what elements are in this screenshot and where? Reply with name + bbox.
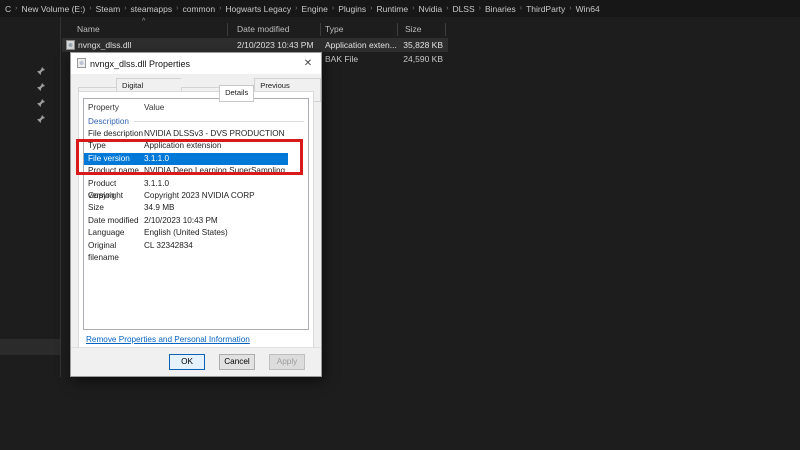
detail-row-product-version[interactable]: Product version 3.1.1.0 <box>84 178 308 190</box>
breadcrumb-item[interactable]: ThirdParty <box>523 4 568 14</box>
property-value: NVIDIA Deep Learning SuperSampling <box>144 165 308 177</box>
column-divider[interactable] <box>445 23 446 36</box>
breadcrumb-item[interactable]: Hogwarts Legacy <box>222 4 294 14</box>
breadcrumb-item[interactable]: steamapps <box>128 4 176 14</box>
properties-detail-list[interactable]: Property Value Description File descript… <box>83 98 309 330</box>
breadcrumb-item[interactable]: New Volume (E:) <box>18 4 88 14</box>
detail-row-size[interactable]: Size 34.9 MB <box>84 202 308 214</box>
property-value: Copyright 2023 NVIDIA CORP <box>144 190 308 202</box>
cancel-button[interactable]: Cancel <box>219 354 255 370</box>
property-value: CL 32342834 <box>144 240 308 252</box>
pin-icon <box>36 95 46 105</box>
breadcrumb-item[interactable]: Nvidia <box>415 4 445 14</box>
properties-dialog: nvngx_dlss.dll Properties ✕ General Digi… <box>70 52 322 377</box>
remove-properties-link[interactable]: Remove Properties and Personal Informati… <box>86 335 250 344</box>
breadcrumb-item[interactable]: Plugins <box>335 4 369 14</box>
detail-row-copyright[interactable]: Copyright Copyright 2023 NVIDIA CORP <box>84 190 308 202</box>
column-divider[interactable] <box>397 23 398 36</box>
property-value: NVIDIA DLSSv3 - DVS PRODUCTION <box>144 128 308 140</box>
file-name: nvngx_dlss.dll <box>78 40 131 50</box>
property-label: File description <box>88 128 144 140</box>
breadcrumb: C › New Volume (E:) › Steam › steamapps … <box>0 0 800 17</box>
column-divider[interactable] <box>227 23 228 36</box>
property-value: 34.9 MB <box>144 202 308 214</box>
navigation-pane <box>0 17 60 450</box>
breadcrumb-item[interactable]: DLSS <box>449 4 477 14</box>
property-label: Product name <box>88 165 144 177</box>
property-label: Original filename <box>88 240 144 252</box>
file-list-header: ^ Name Date modified Type Size <box>62 22 448 37</box>
table-row[interactable]: nvngx_dlss.dll 2/10/2023 10:43 PM Applic… <box>62 38 448 52</box>
breadcrumb-item[interactable]: Binaries <box>482 4 519 14</box>
property-label: File version <box>88 153 144 165</box>
property-value: 3.1.1.0 <box>144 153 288 165</box>
breadcrumb-item[interactable]: C <box>2 4 14 14</box>
property-label: Type <box>88 140 144 152</box>
sort-ascending-icon: ^ <box>142 18 145 25</box>
pin-icon <box>36 79 46 89</box>
property-label: Date modified <box>88 215 144 227</box>
value-column-header: Value <box>144 101 308 115</box>
breadcrumb-item[interactable]: Win64 <box>573 4 603 14</box>
column-header-type[interactable]: Type <box>325 24 343 34</box>
dll-file-icon <box>66 40 75 52</box>
file-type: BAK File <box>325 54 358 64</box>
property-column-header: Property <box>88 101 144 115</box>
file-date-modified: 2/10/2023 10:43 PM <box>237 40 314 50</box>
details-tab-panel: Property Value Description File descript… <box>78 91 314 349</box>
group-divider-line <box>134 121 304 122</box>
property-value: English (United States) <box>144 227 308 239</box>
column-header-name[interactable]: Name <box>77 24 100 34</box>
dialog-titlebar[interactable]: nvngx_dlss.dll Properties ✕ <box>71 53 321 74</box>
breadcrumb-item[interactable]: Engine <box>298 4 330 14</box>
description-group-header: Description <box>84 115 308 128</box>
property-label: Product version <box>88 178 144 190</box>
column-header-date-modified[interactable]: Date modified <box>237 24 289 34</box>
detail-row-language[interactable]: Language English (United States) <box>84 227 308 239</box>
close-icon[interactable]: ✕ <box>299 55 317 72</box>
tab-details[interactable]: Details <box>219 85 254 102</box>
breadcrumb-item[interactable]: Runtime <box>373 4 411 14</box>
property-value: 3.1.1.0 <box>144 178 308 190</box>
apply-button[interactable]: Apply <box>269 354 305 370</box>
detail-row-date-modified[interactable]: Date modified 2/10/2023 10:43 PM <box>84 215 308 227</box>
property-value: Application extension <box>144 140 308 152</box>
nav-item-highlight[interactable] <box>0 339 60 355</box>
dialog-footer: OK Cancel Apply <box>71 347 321 376</box>
breadcrumb-item[interactable]: common <box>179 4 218 14</box>
dialog-title: nvngx_dlss.dll Properties <box>90 59 190 69</box>
file-size: 24,590 KB <box>362 54 443 64</box>
pin-icon <box>36 111 46 121</box>
property-label: Copyright <box>88 190 144 202</box>
property-value: 2/10/2023 10:43 PM <box>144 215 308 227</box>
group-label: Description <box>88 115 129 128</box>
detail-row-original-filename[interactable]: Original filename CL 32342834 <box>84 240 308 252</box>
ok-button[interactable]: OK <box>169 354 205 370</box>
detail-list-header: Property Value <box>84 101 308 115</box>
pin-icon <box>36 63 46 73</box>
dll-file-icon <box>77 58 86 70</box>
property-label: Language <box>88 227 144 239</box>
file-size: 35,828 KB <box>362 40 443 50</box>
detail-row-type[interactable]: Type Application extension <box>84 140 308 152</box>
breadcrumb-item[interactable]: Steam <box>93 4 124 14</box>
pane-divider <box>60 17 61 377</box>
column-header-size[interactable]: Size <box>405 24 422 34</box>
column-divider[interactable] <box>320 23 321 36</box>
detail-row-product-name[interactable]: Product name NVIDIA Deep Learning SuperS… <box>84 165 308 177</box>
detail-row-file-version-selected[interactable]: File version 3.1.1.0 <box>84 153 288 165</box>
detail-row-file-description[interactable]: File description NVIDIA DLSSv3 - DVS PRO… <box>84 128 308 140</box>
property-label: Size <box>88 202 144 214</box>
